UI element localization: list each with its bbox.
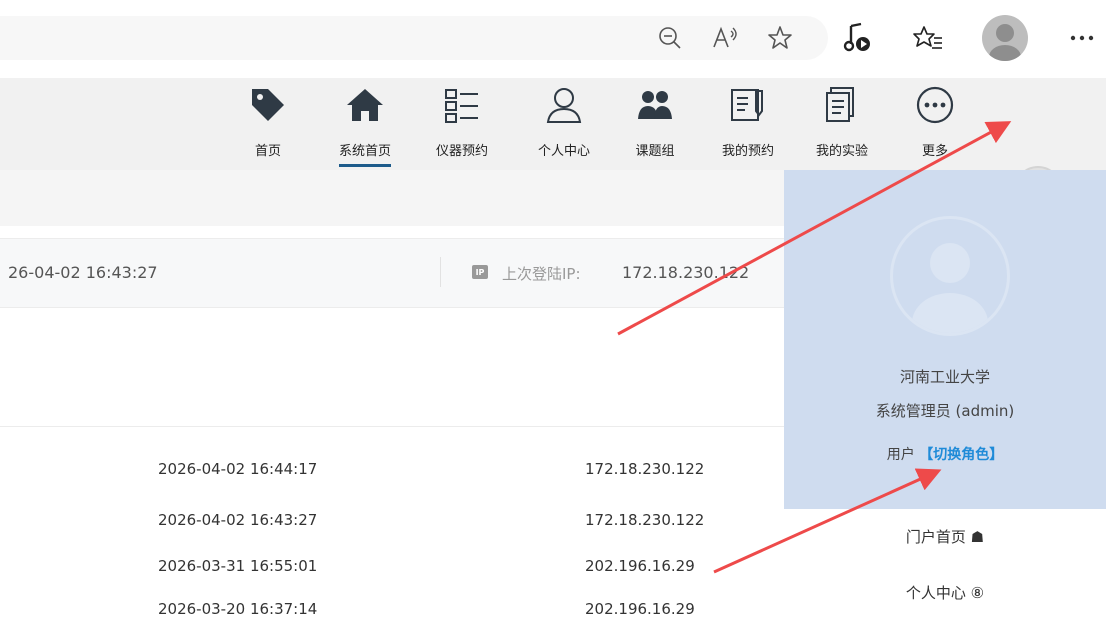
nav-item-research-group[interactable]: 课题组 xyxy=(622,78,688,170)
menu-item-personal-center[interactable]: 个人中心 ⑧ xyxy=(784,582,1106,603)
last-login-ip-value: 172.18.230.122 xyxy=(622,263,750,282)
user-dropdown-panel: 河南工业大学 系统管理员 (admin) 用户 【切换角色】 门户首页 ☗ 个人… xyxy=(784,170,1106,619)
nav-item-label: 个人中心 xyxy=(537,144,590,159)
nav-item-home[interactable]: 首页 xyxy=(240,78,296,170)
nav-item-label: 课题组 xyxy=(635,144,675,159)
address-bar[interactable] xyxy=(0,16,828,60)
group-icon xyxy=(635,84,675,126)
table-row: 2026-04-02 16:43:27 172.18.230.122 xyxy=(0,503,784,543)
nav-item-personal-center[interactable]: 个人中心 xyxy=(526,78,602,170)
nav-item-label: 我的实验 xyxy=(815,144,868,159)
user-role: 系统管理员 (admin) xyxy=(875,402,1015,420)
login-ip: 202.196.16.29 xyxy=(585,557,695,575)
media-icon[interactable] xyxy=(838,18,878,58)
user-type-line: 用户 【切换角色】 xyxy=(784,444,1106,464)
login-time: 2026-04-02 16:43:27 xyxy=(158,511,318,529)
tag-icon xyxy=(248,84,288,126)
nav-item-my-bookings[interactable]: 我的预约 xyxy=(708,78,788,170)
nav-item-label: 系统首页 xyxy=(338,140,391,167)
login-ip: 202.196.16.29 xyxy=(585,600,695,618)
home-icon xyxy=(345,84,385,126)
nav-item-label: 我的预约 xyxy=(721,144,774,159)
more-icon xyxy=(915,84,955,126)
user-type-label: 用户 xyxy=(886,447,915,463)
table-row: 2026-03-20 16:37:14 202.196.16.29 xyxy=(0,592,784,632)
login-ip: 172.18.230.122 xyxy=(585,460,705,478)
main-content: 26-04-02 16:43:27 IP 上次登陆IP: 172.18.230.… xyxy=(0,170,784,619)
nav-item-instrument-booking[interactable]: 仪器预约 xyxy=(424,78,500,170)
browser-toolbar xyxy=(0,0,1106,79)
ip-icon: IP xyxy=(472,265,488,279)
nav-item-label: 仪器预约 xyxy=(435,144,488,159)
nav-item-system-home[interactable]: 系统首页 xyxy=(322,78,408,170)
login-time: 2026-04-02 16:44:17 xyxy=(158,460,318,478)
table-row: 2026-03-31 16:55:01 202.196.16.29 xyxy=(0,549,784,589)
divider xyxy=(0,426,784,427)
nav-item-label: 更多 xyxy=(921,144,948,159)
favorites-list-icon[interactable] xyxy=(908,18,948,58)
menu-item-portal-home[interactable]: 门户首页 ☗ xyxy=(784,526,1106,547)
main-navigation: 首页 系统首页 仪器预约 个人中心 课题组 我的预约 我的实验 更多 xyxy=(0,78,1106,236)
organization-name: 河南工业大学 xyxy=(899,368,990,386)
list-icon xyxy=(442,84,482,126)
table-row: 2026-04-02 16:44:17 172.18.230.122 xyxy=(0,452,784,492)
read-aloud-icon[interactable] xyxy=(706,18,746,58)
switch-role-link[interactable]: 【切换角色】 xyxy=(919,447,1003,463)
login-time: 2026-03-20 16:37:14 xyxy=(158,600,318,618)
user-profile-card: 河南工业大学 系统管理员 (admin) 用户 【切换角色】 xyxy=(784,170,1106,509)
last-login-ip-label: 上次登陆IP: xyxy=(502,265,581,283)
document-edit-icon xyxy=(728,84,768,126)
nav-item-label: 首页 xyxy=(254,144,281,159)
login-time: 2026-03-31 16:55:01 xyxy=(158,557,318,575)
documents-icon xyxy=(822,84,862,126)
last-login-info: 26-04-02 16:43:27 IP 上次登陆IP: 172.18.230.… xyxy=(0,238,784,308)
divider xyxy=(440,257,441,287)
content-header-strip xyxy=(0,170,784,226)
nav-item-more[interactable]: 更多 xyxy=(910,78,960,170)
login-ip: 172.18.230.122 xyxy=(585,511,705,529)
favorite-star-icon[interactable] xyxy=(760,18,800,58)
more-options-icon[interactable] xyxy=(1062,18,1102,58)
zoom-out-icon[interactable] xyxy=(650,18,690,58)
user-icon xyxy=(544,84,584,126)
browser-profile-avatar[interactable] xyxy=(982,15,1028,61)
nav-item-my-experiments[interactable]: 我的实验 xyxy=(802,78,882,170)
avatar xyxy=(890,216,1010,336)
last-login-time: 26-04-02 16:43:27 xyxy=(8,263,158,282)
